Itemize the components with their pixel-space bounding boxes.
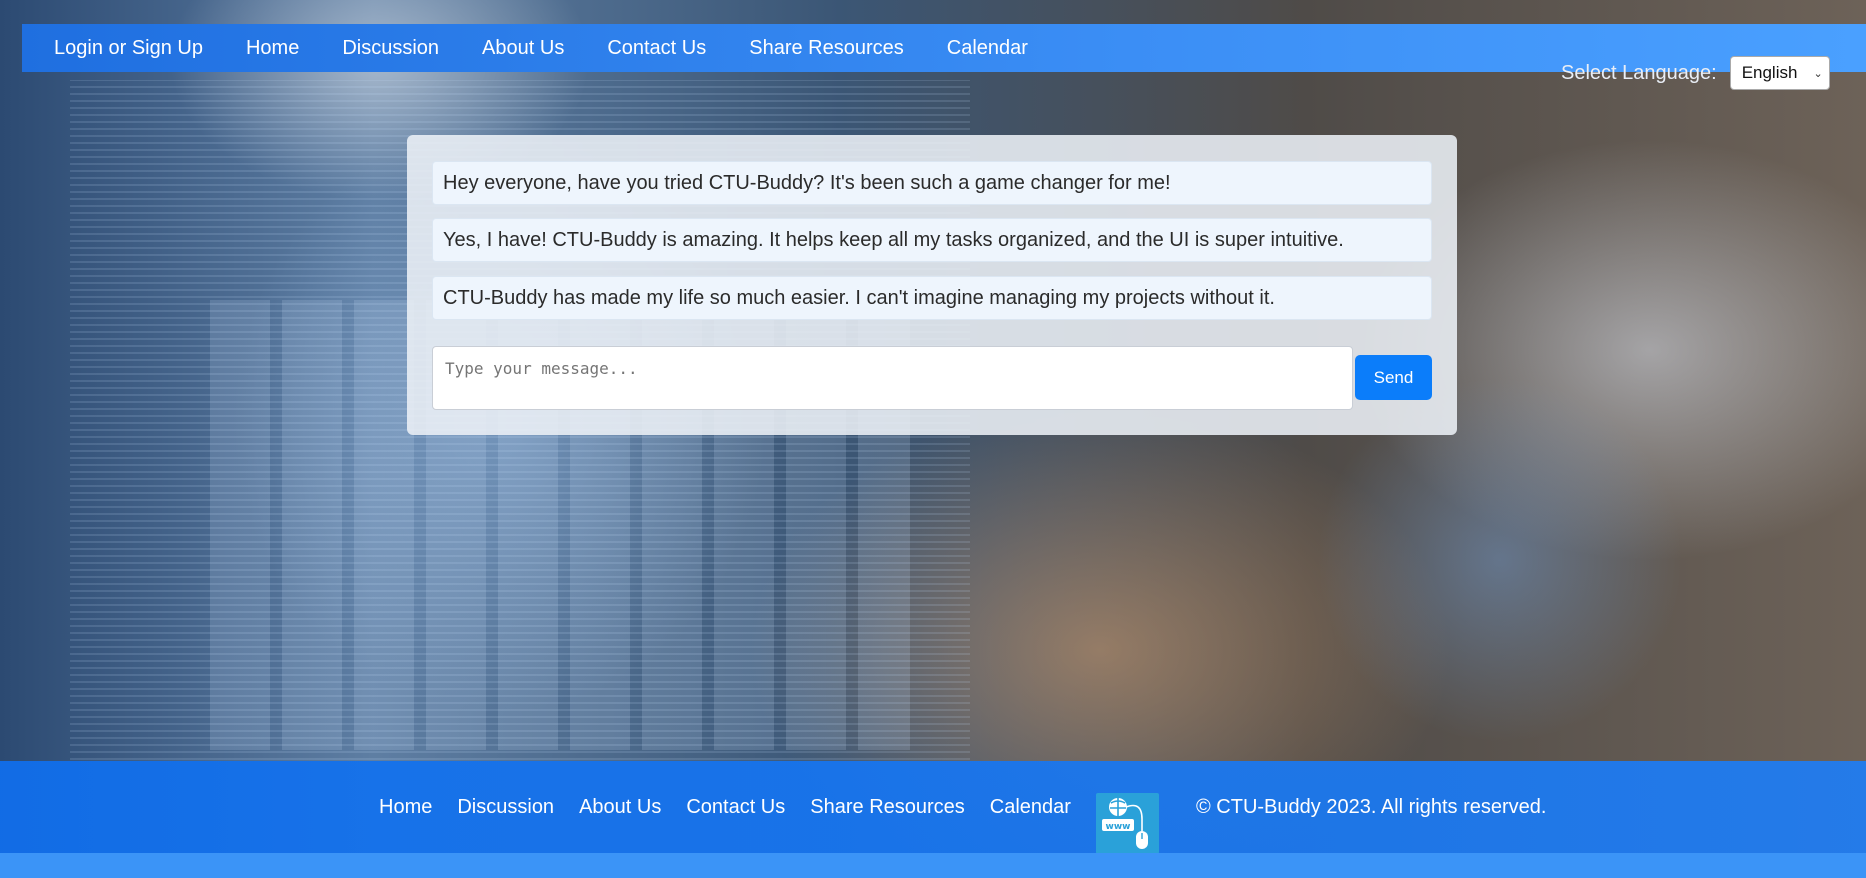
nav-share-resources[interactable]: Share Resources bbox=[749, 37, 904, 60]
language-dropdown[interactable]: English ⌄ bbox=[1729, 56, 1830, 90]
footer-link-about-us[interactable]: About Us bbox=[579, 796, 661, 819]
nav-discussion[interactable]: Discussion bbox=[342, 37, 439, 60]
footer-link-share-resources[interactable]: Share Resources bbox=[810, 796, 965, 819]
nav-home[interactable]: Home bbox=[246, 37, 299, 60]
language-selected-value: English bbox=[1741, 63, 1798, 82]
footer-link-discussion[interactable]: Discussion bbox=[457, 796, 554, 819]
footer: Home Discussion About Us Contact Us Shar… bbox=[0, 761, 1866, 854]
nav-login-signup[interactable]: Login or Sign Up bbox=[54, 37, 203, 60]
chevron-down-icon: ⌄ bbox=[1813, 67, 1823, 80]
chat-message: Yes, I have! CTU-Buddy is amazing. It he… bbox=[432, 218, 1432, 262]
nav-about-us[interactable]: About Us bbox=[482, 37, 564, 60]
send-button[interactable]: Send bbox=[1355, 355, 1432, 400]
footer-link-home[interactable]: Home bbox=[379, 796, 432, 819]
nav-calendar[interactable]: Calendar bbox=[947, 37, 1028, 60]
footer-link-calendar[interactable]: Calendar bbox=[990, 796, 1071, 819]
top-nav-links: Login or Sign Up Home Discussion About U… bbox=[54, 24, 1071, 72]
discussion-chat-panel: Hey everyone, have you tried CTU-Buddy? … bbox=[407, 135, 1457, 435]
footer-links: Home Discussion About Us Contact Us Shar… bbox=[379, 761, 1096, 853]
footer-bottom-strip bbox=[0, 853, 1866, 878]
chat-message: CTU-Buddy has made my life so much easie… bbox=[432, 276, 1432, 320]
background-photo bbox=[0, 0, 1866, 878]
language-label: Select Language: bbox=[1561, 61, 1717, 84]
nav-contact-us[interactable]: Contact Us bbox=[607, 37, 706, 60]
svg-text:www: www bbox=[1106, 822, 1131, 832]
language-selector: Select Language: English ⌄ bbox=[1561, 56, 1830, 90]
copyright-text: © CTU-Buddy 2023. All rights reserved. bbox=[1196, 795, 1547, 818]
chat-message: Hey everyone, have you tried CTU-Buddy? … bbox=[432, 161, 1432, 205]
www-globe-mouse-icon: www bbox=[1096, 793, 1159, 854]
message-input[interactable] bbox=[432, 346, 1353, 410]
footer-link-contact-us[interactable]: Contact Us bbox=[686, 796, 785, 819]
